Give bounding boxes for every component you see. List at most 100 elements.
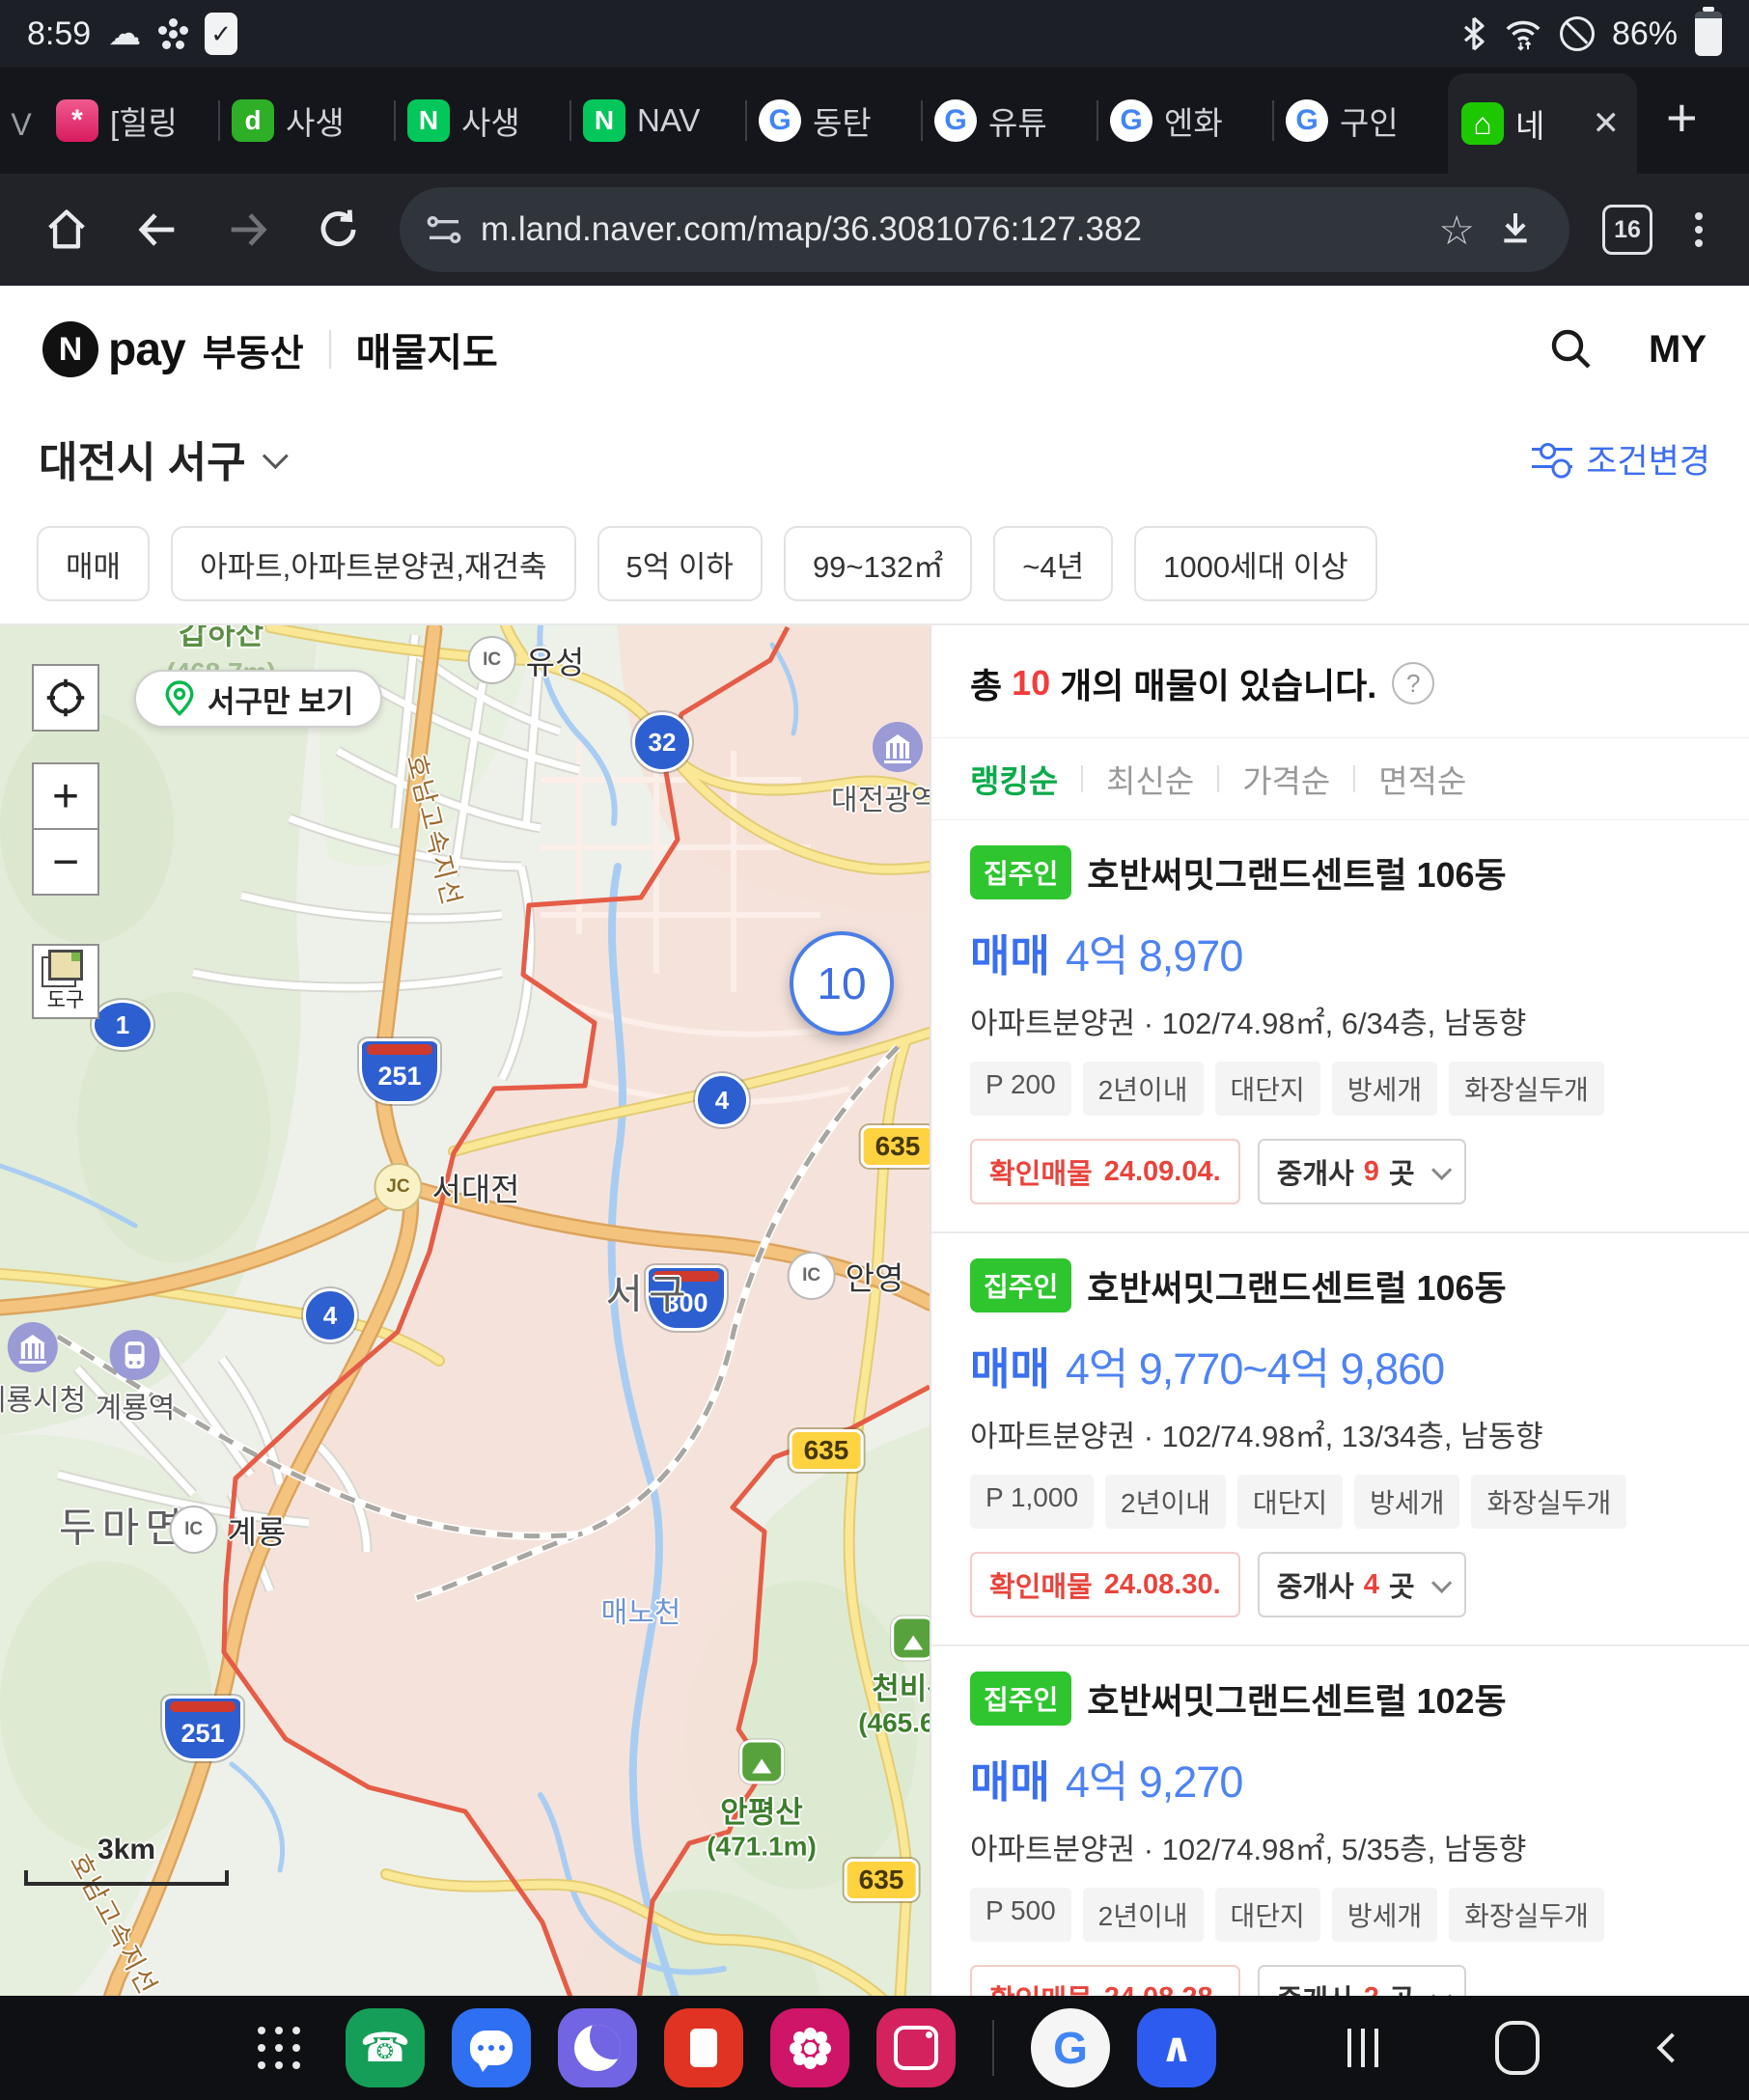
listing-title[interactable]: 호반써밋그랜드센트럴 106동 bbox=[1087, 847, 1506, 898]
change-conditions-button[interactable]: 조건변경 bbox=[1532, 434, 1710, 484]
listing-tags: P 1,0002년이내대단지방세개화장실두개 bbox=[970, 1475, 1710, 1529]
interchange-name: 유성 bbox=[526, 637, 585, 683]
new-tab-button[interactable]: + bbox=[1666, 86, 1698, 149]
flower-app-icon[interactable] bbox=[770, 2008, 849, 2087]
map-label-호남고속지선: 호남고속지선 bbox=[400, 750, 474, 910]
browser-tab-유튜[interactable]: G유튜 bbox=[921, 68, 1097, 174]
url-text[interactable]: m.land.naver.com/map/36.3081076:127.382 bbox=[481, 210, 1409, 249]
browser-menu-button[interactable] bbox=[1695, 226, 1703, 234]
filter-chip[interactable]: 매매 bbox=[37, 526, 150, 601]
google-app-icon[interactable]: G bbox=[1031, 2008, 1110, 2087]
agents-dropdown[interactable]: 중개사4곳 bbox=[1258, 1552, 1466, 1617]
filter-chip[interactable]: ~4년 bbox=[993, 526, 1113, 601]
agent-unit: 곳 bbox=[1389, 1151, 1415, 1192]
recents-key[interactable] bbox=[1286, 1996, 1440, 2100]
browser-tab-네[interactable]: ⌂네✕ bbox=[1448, 73, 1637, 174]
listing-title[interactable]: 호반써밋그랜드센트럴 106동 bbox=[1087, 1260, 1506, 1311]
status-time: 8:59 bbox=[27, 15, 91, 53]
listing-card[interactable]: 집주인호반써밋그랜드센트럴 106동매매4억 9,770~4억 9,860아파트… bbox=[931, 1233, 1749, 1646]
sort-option-가격순[interactable]: 가격순 bbox=[1242, 756, 1330, 802]
logo-service-text[interactable]: 부동산 bbox=[203, 323, 304, 376]
my-menu[interactable]: MY bbox=[1649, 328, 1707, 372]
map-poi-계룡역: 계룡역 bbox=[96, 1330, 176, 1426]
home-button[interactable] bbox=[25, 188, 108, 271]
browser-tab-[힐링[interactable]: *[힐링 bbox=[42, 68, 218, 174]
map-cluster-marker[interactable]: 10 bbox=[790, 931, 894, 1036]
listing-tags: P 2002년이내대단지방세개화장실두개 bbox=[970, 1062, 1710, 1116]
back-key[interactable] bbox=[1595, 1996, 1749, 2100]
tab-close-icon[interactable]: ✕ bbox=[1589, 104, 1624, 143]
interchange-name: 서대전 bbox=[431, 1164, 519, 1210]
listing-tag: 방세개 bbox=[1332, 1062, 1437, 1116]
map-scale: 3km bbox=[24, 1834, 229, 1886]
results-summary: 총 10 개의 매물이 있습니다. ? bbox=[931, 625, 1749, 716]
sort-option-최신순[interactable]: 최신순 bbox=[1106, 756, 1194, 802]
current-location-button[interactable] bbox=[32, 664, 99, 732]
map-road-shield-251: 251 bbox=[359, 1038, 440, 1104]
browser-tab-엔화[interactable]: G엔화 bbox=[1097, 68, 1272, 174]
chevron-down-icon bbox=[263, 443, 289, 469]
help-icon[interactable]: ? bbox=[1392, 662, 1434, 705]
poi-name: 대전광역시 bbox=[831, 776, 930, 818]
no-signal-icon bbox=[1560, 16, 1595, 51]
camera-app-icon[interactable] bbox=[876, 2008, 956, 2087]
url-bar[interactable]: m.land.naver.com/map/36.3081076:127.382 … bbox=[400, 187, 1569, 272]
app-drawer-button[interactable] bbox=[239, 2008, 319, 2087]
listing-actions: 확인매물24.09.04.중개사9곳 bbox=[970, 1139, 1710, 1204]
agent-unit: 곳 bbox=[1389, 1564, 1415, 1605]
map-app-icon[interactable]: ∧ bbox=[1137, 2008, 1216, 2087]
forward-button[interactable] bbox=[207, 188, 290, 271]
agents-dropdown[interactable]: 중개사9곳 bbox=[1258, 1139, 1466, 1204]
tab-count-button[interactable]: 16 bbox=[1602, 205, 1652, 255]
phone-app-icon[interactable]: ☎ bbox=[346, 2008, 425, 2087]
ic-icon: IC bbox=[788, 1252, 836, 1300]
filter-chip[interactable]: 아파트,아파트분양권,재건축 bbox=[171, 526, 575, 601]
naver-pay-logo[interactable]: N bbox=[42, 321, 98, 377]
browser-toolbar: m.land.naver.com/map/36.3081076:127.382 … bbox=[0, 174, 1749, 286]
listing-tag: 화장실두개 bbox=[1471, 1475, 1626, 1529]
map-road-shield-635: 635 bbox=[845, 1859, 919, 1901]
tab-title: 사생 bbox=[286, 97, 345, 144]
download-icon[interactable] bbox=[1486, 207, 1544, 254]
filter-chip[interactable]: 5억 이하 bbox=[597, 526, 763, 601]
google-g-icon: G bbox=[1053, 2022, 1088, 2074]
listing-price-row: 매매4억 9,770~4억 9,860 bbox=[970, 1334, 1710, 1396]
site-settings-icon[interactable] bbox=[425, 210, 463, 249]
document-app-icon[interactable] bbox=[664, 2008, 743, 2087]
browser-tab-사생[interactable]: d사생 bbox=[218, 68, 394, 174]
map-interchange-계룡: IC계룡 bbox=[170, 1506, 287, 1554]
reload-button[interactable] bbox=[297, 188, 380, 271]
zoom-out-button[interactable]: − bbox=[32, 828, 99, 896]
chevron-down-icon bbox=[1431, 1572, 1452, 1592]
jc-icon: JC bbox=[374, 1163, 422, 1211]
sort-separator bbox=[1353, 765, 1355, 792]
browser-tab-구인[interactable]: G구인 bbox=[1272, 68, 1448, 174]
browser-tab-NAV[interactable]: NNAV bbox=[569, 68, 745, 174]
listing-tag: 2년이내 bbox=[1083, 1062, 1204, 1116]
scale-bar bbox=[24, 1870, 229, 1886]
browser-app-icon[interactable] bbox=[558, 2008, 637, 2087]
sort-option-랭킹순[interactable]: 랭킹순 bbox=[970, 756, 1058, 802]
search-icon[interactable] bbox=[1548, 326, 1595, 373]
browser-tab-사생[interactable]: N사생 bbox=[394, 68, 569, 174]
listing-title-row: 집주인호반써밋그랜드센트럴 102동 bbox=[970, 1672, 1710, 1726]
map-tools-button[interactable]: 도구 bbox=[32, 944, 99, 1019]
listing-card[interactable]: 집주인호반써밋그랜드센트럴 106동매매4억 8,970아파트분양권 · 102… bbox=[931, 820, 1749, 1233]
clipped-tab-fragment[interactable]: V bbox=[0, 107, 42, 174]
home-key[interactable] bbox=[1440, 1996, 1595, 2100]
region-selector[interactable]: 대전시 서구 bbox=[39, 428, 246, 489]
map-canvas[interactable]: 갑하산(468.7m)IC유성32대전광역시101251호남고속지선JC서대전4… bbox=[0, 625, 930, 2100]
logo-pay-text[interactable]: pay bbox=[108, 323, 185, 376]
map-label-서구: 서구 bbox=[605, 1262, 691, 1321]
messages-app-icon[interactable] bbox=[452, 2008, 531, 2087]
listing-list: 집주인호반써밋그랜드센트럴 106동매매4억 8,970아파트분양권 · 102… bbox=[931, 820, 1749, 2100]
back-button[interactable] bbox=[116, 188, 199, 271]
bookmark-star-icon[interactable]: ☆ bbox=[1427, 207, 1486, 254]
view-district-only-button[interactable]: 서구만 보기 bbox=[134, 670, 382, 728]
browser-tab-동탄[interactable]: G동탄 bbox=[745, 68, 921, 174]
zoom-in-button[interactable]: + bbox=[32, 762, 99, 830]
filter-chip[interactable]: 1000세대 이상 bbox=[1134, 526, 1377, 601]
sort-option-면적순[interactable]: 면적순 bbox=[1378, 756, 1466, 802]
listing-title[interactable]: 호반써밋그랜드센트럴 102동 bbox=[1087, 1673, 1506, 1724]
filter-chip[interactable]: 99~132㎡ bbox=[784, 526, 972, 601]
